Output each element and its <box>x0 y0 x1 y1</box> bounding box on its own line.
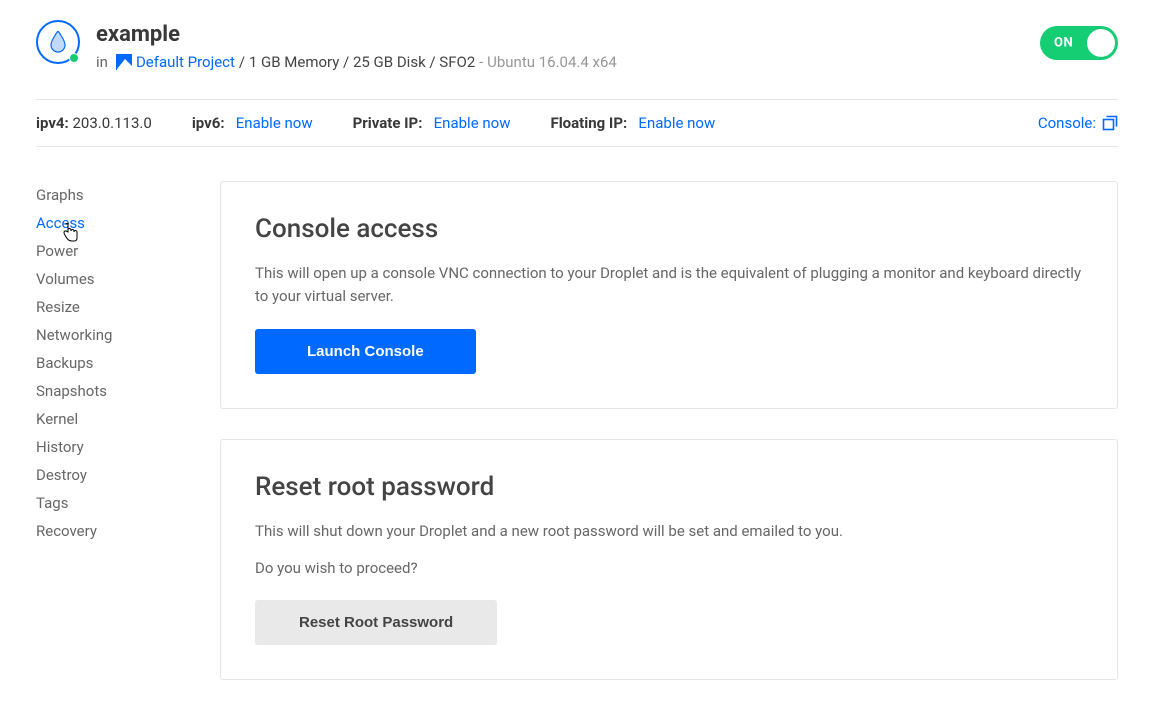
network-info-bar: ipv4: 203.0.113.0 ipv6: Enable now Priva… <box>36 99 1118 147</box>
reset-password-title: Reset root password <box>255 472 1083 502</box>
project-link[interactable]: Default Project <box>136 53 235 71</box>
sidebar-item-graphs[interactable]: Graphs <box>36 181 180 209</box>
reset-root-password-button[interactable]: Reset Root Password <box>255 600 497 645</box>
power-toggle[interactable]: ON <box>1040 26 1118 60</box>
private-ip-item: Private IP: Enable now <box>353 114 511 132</box>
droplet-title: example <box>96 22 617 47</box>
sidebar-item-destroy[interactable]: Destroy <box>36 461 180 489</box>
status-dot-online <box>69 53 79 63</box>
droplet-specs: / 1 GB Memory / 25 GB Disk / SFO2 <box>239 53 475 71</box>
project-icon <box>116 54 132 70</box>
sidebar-item-backups[interactable]: Backups <box>36 349 180 377</box>
reset-password-desc1: This will shut down your Droplet and a n… <box>255 520 1083 543</box>
reset-password-card: Reset root password This will shut down … <box>220 439 1118 681</box>
console-access-card: Console access This will open up a conso… <box>220 181 1118 409</box>
ipv6-item: ipv6: Enable now <box>192 114 313 132</box>
droplet-avatar <box>36 20 80 64</box>
header-left: example in Default Project / 1 GB Memory… <box>36 20 617 71</box>
popout-icon <box>1102 115 1118 131</box>
ipv4-item: ipv4: 203.0.113.0 <box>36 114 152 132</box>
sidebar-item-resize[interactable]: Resize <box>36 293 180 321</box>
page-body: Graphs Access Power Volumes Resize Netwo… <box>36 181 1118 680</box>
toggle-knob <box>1087 29 1115 57</box>
droplet-os: - Ubuntu 16.04.4 x64 <box>479 53 617 71</box>
sidebar-item-volumes[interactable]: Volumes <box>36 265 180 293</box>
console-access-title: Console access <box>255 214 1083 244</box>
console-link[interactable]: Console: <box>1038 114 1118 132</box>
launch-console-button[interactable]: Launch Console <box>255 329 476 374</box>
sidebar-item-access[interactable]: Access <box>36 209 180 237</box>
main-content: Console access This will open up a conso… <box>220 181 1118 680</box>
ipv6-enable-link[interactable]: Enable now <box>236 114 313 132</box>
header-text: example in Default Project / 1 GB Memory… <box>96 20 617 71</box>
sidebar-item-power[interactable]: Power <box>36 237 180 265</box>
floating-ip-enable-link[interactable]: Enable now <box>638 114 715 132</box>
sidebar-item-networking[interactable]: Networking <box>36 321 180 349</box>
sidebar-item-tags[interactable]: Tags <box>36 489 180 517</box>
sidebar-item-recovery[interactable]: Recovery <box>36 517 180 545</box>
droplet-icon <box>49 31 67 53</box>
toggle-state-label: ON <box>1054 36 1073 51</box>
console-access-desc: This will open up a console VNC connecti… <box>255 262 1083 309</box>
infobar-left: ipv4: 203.0.113.0 ipv6: Enable now Priva… <box>36 114 715 132</box>
sidebar-item-history[interactable]: History <box>36 433 180 461</box>
sidebar-nav: Graphs Access Power Volumes Resize Netwo… <box>36 181 180 680</box>
sidebar-item-snapshots[interactable]: Snapshots <box>36 377 180 405</box>
reset-password-desc2: Do you wish to proceed? <box>255 557 1083 580</box>
private-ip-enable-link[interactable]: Enable now <box>434 114 511 132</box>
floating-ip-item: Floating IP: Enable now <box>550 114 715 132</box>
page-header: example in Default Project / 1 GB Memory… <box>36 20 1118 71</box>
sidebar-item-kernel[interactable]: Kernel <box>36 405 180 433</box>
droplet-meta: in Default Project / 1 GB Memory / 25 GB… <box>96 53 617 71</box>
